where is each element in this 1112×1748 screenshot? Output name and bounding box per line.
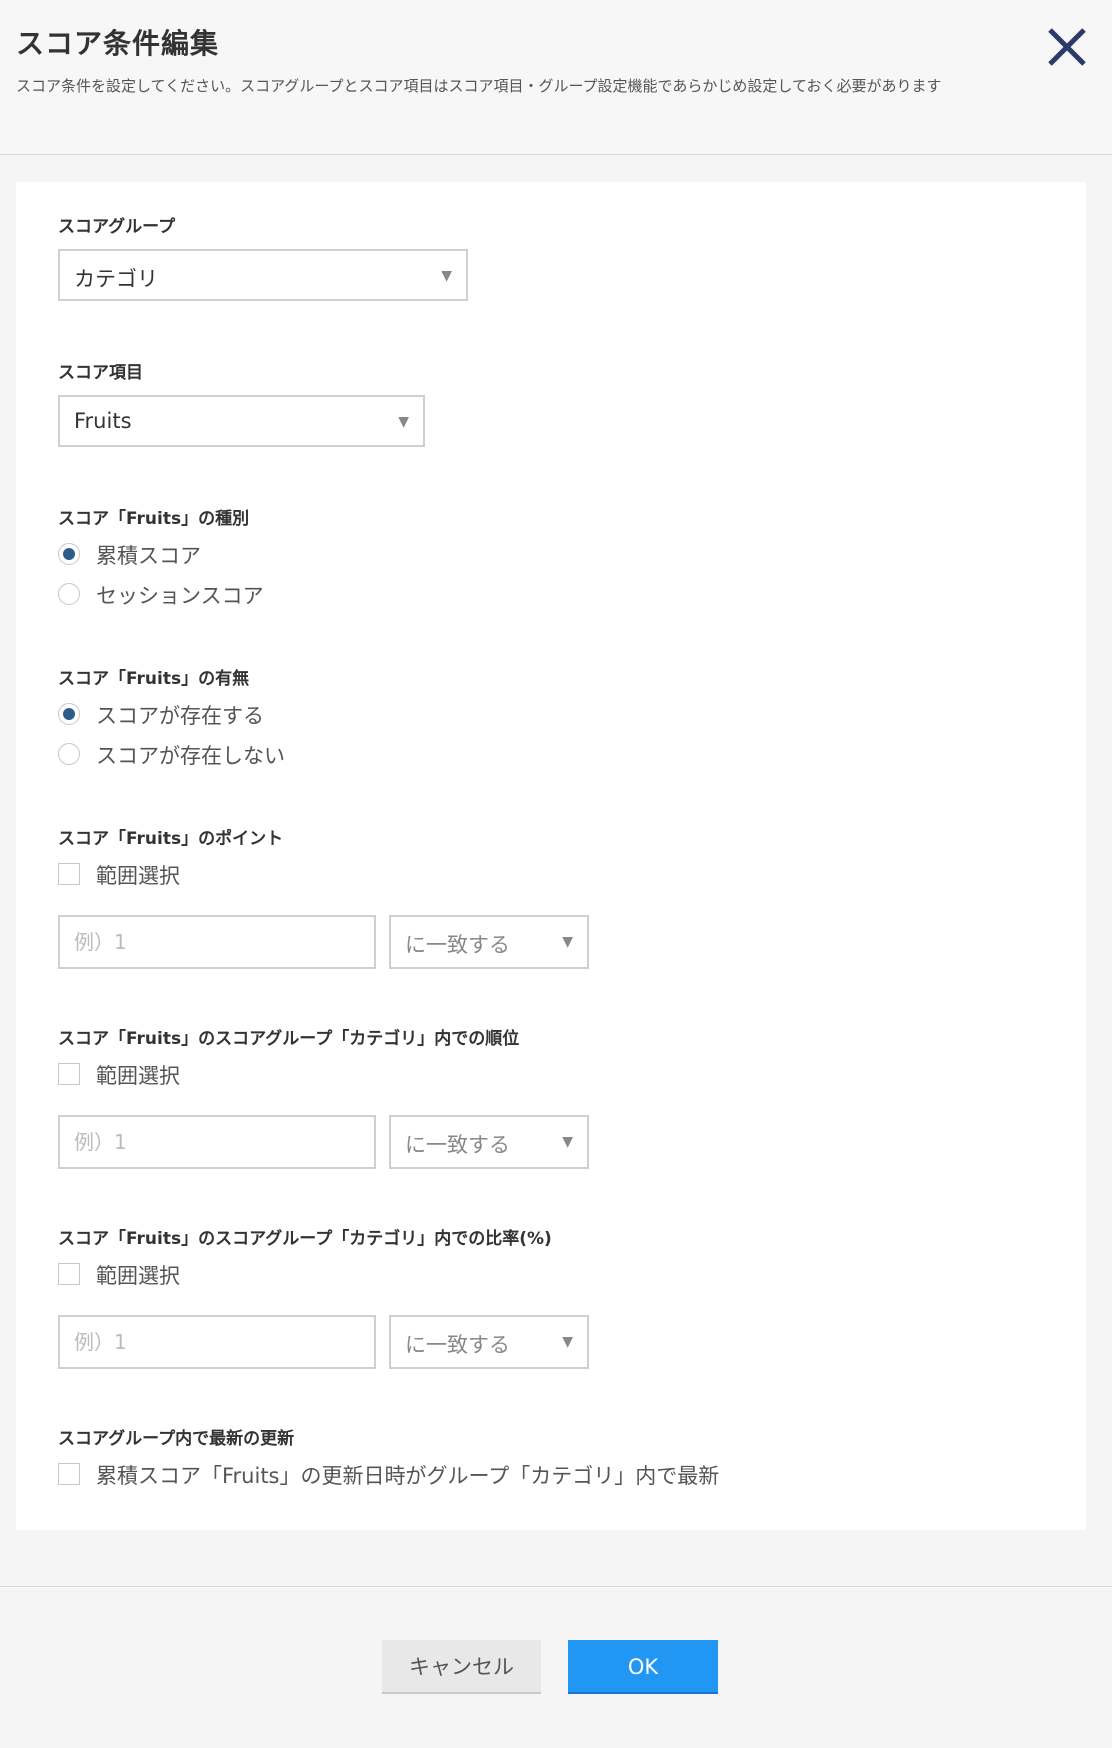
ratio-value-input[interactable] bbox=[58, 1315, 376, 1369]
form-card: スコアグループ カテゴリ ▼ スコア項目 Fruits ▼ スコア「Fruits… bbox=[16, 182, 1086, 1530]
ok-button[interactable]: OK bbox=[568, 1640, 718, 1694]
dialog-title: スコア条件編集 bbox=[16, 27, 220, 60]
dialog-description: スコア条件を設定してください。スコアグループとスコア項目はスコア項目・グループ設… bbox=[16, 77, 942, 95]
dropdown-arrow-icon: ▼ bbox=[562, 1334, 573, 1350]
radio-selected-icon[interactable] bbox=[58, 543, 80, 565]
rank-comparator-select[interactable]: に一致する ▼ bbox=[389, 1115, 589, 1169]
score-item-value: Fruits bbox=[74, 409, 132, 433]
score-type-label: スコア「Fruits」の種別 bbox=[58, 509, 250, 529]
option-label: 累積スコア「Fruits」の更新日時がグループ「カテゴリ」内で最新 bbox=[96, 1464, 720, 1488]
comparator-value: に一致する bbox=[405, 1133, 510, 1157]
dropdown-arrow-icon: ▼ bbox=[562, 1134, 573, 1150]
score-group-value: カテゴリ bbox=[74, 267, 158, 291]
point-value-input[interactable] bbox=[58, 915, 376, 969]
radio-selected-icon[interactable] bbox=[58, 703, 80, 725]
option-label: スコアが存在しない bbox=[96, 744, 285, 768]
option-label: 範囲選択 bbox=[96, 1264, 180, 1288]
radio-unselected-icon[interactable] bbox=[58, 743, 80, 765]
option-label: 範囲選択 bbox=[96, 864, 180, 888]
comparator-value: に一致する bbox=[405, 933, 510, 957]
score-item-label: スコア項目 bbox=[58, 363, 143, 383]
dialog-header: スコア条件編集 スコア条件を設定してください。スコアグループとスコア項目はスコア… bbox=[0, 0, 1112, 155]
comparator-value: に一致する bbox=[405, 1333, 510, 1357]
option-label: スコアが存在する bbox=[96, 704, 264, 728]
point-comparator-select[interactable]: に一致する ▼ bbox=[389, 915, 589, 969]
cancel-button[interactable]: キャンセル bbox=[382, 1640, 541, 1694]
checkbox-icon[interactable] bbox=[58, 1263, 80, 1285]
score-existence-label: スコア「Fruits」の有無 bbox=[58, 669, 250, 689]
score-group-select[interactable]: カテゴリ ▼ bbox=[58, 249, 468, 301]
rank-label: スコア「Fruits」のスコアグループ「カテゴリ」内での順位 bbox=[58, 1029, 520, 1049]
close-icon[interactable] bbox=[1042, 22, 1092, 72]
rank-value-input[interactable] bbox=[58, 1115, 376, 1169]
dialog-footer: キャンセル OK bbox=[0, 1586, 1112, 1748]
score-group-label: スコアグループ bbox=[58, 217, 176, 237]
dropdown-arrow-icon: ▼ bbox=[441, 268, 452, 284]
checkbox-icon[interactable] bbox=[58, 863, 80, 885]
score-item-select[interactable]: Fruits ▼ bbox=[58, 395, 425, 447]
point-label: スコア「Fruits」のポイント bbox=[58, 829, 284, 849]
ratio-label: スコア「Fruits」のスコアグループ「カテゴリ」内での比率(%) bbox=[58, 1229, 552, 1249]
option-label: 範囲選択 bbox=[96, 1064, 180, 1088]
radio-unselected-icon[interactable] bbox=[58, 583, 80, 605]
option-label: セッションスコア bbox=[96, 584, 264, 608]
dropdown-arrow-icon: ▼ bbox=[562, 934, 573, 950]
checkbox-icon[interactable] bbox=[58, 1463, 80, 1485]
latest-label: スコアグループ内で最新の更新 bbox=[58, 1429, 295, 1449]
option-label: 累積スコア bbox=[96, 544, 201, 568]
checkbox-icon[interactable] bbox=[58, 1063, 80, 1085]
dropdown-arrow-icon: ▼ bbox=[398, 414, 409, 430]
ratio-comparator-select[interactable]: に一致する ▼ bbox=[389, 1315, 589, 1369]
